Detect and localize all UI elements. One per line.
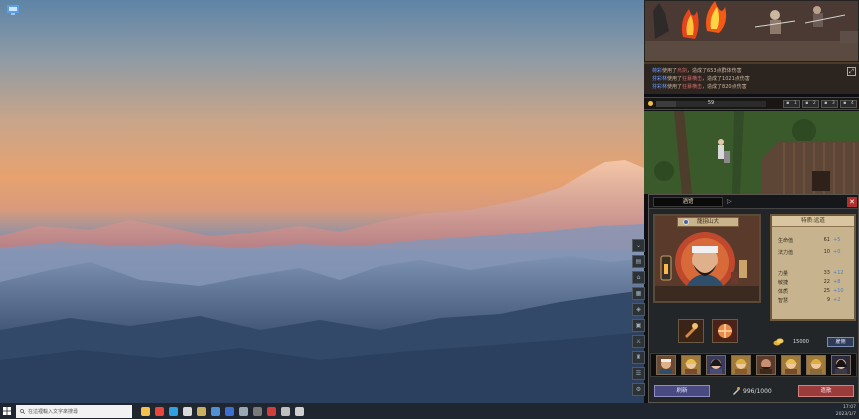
gold-icon xyxy=(648,101,653,106)
stat-row: 体质 25 +10 xyxy=(778,288,844,295)
dismiss-button[interactable]: 遣散 xyxy=(798,385,854,397)
coin-value: 15000 xyxy=(793,339,809,345)
list-icon[interactable]: ☰ xyxy=(632,367,645,380)
folder-icon[interactable] xyxy=(208,403,222,419)
coin-box: 15000 雇佣 xyxy=(770,335,856,349)
terminal-icon[interactable] xyxy=(292,403,306,419)
bullet-icon xyxy=(733,387,740,395)
battle-scene xyxy=(644,0,859,62)
recruit-count: 996/1000 xyxy=(732,387,772,395)
clock[interactable]: 17:07 2023/1/7 xyxy=(836,404,856,418)
home-icon[interactable]: ⌂ xyxy=(632,271,645,284)
game-client-icon[interactable] xyxy=(194,403,208,419)
map-icon[interactable]: ▦ xyxy=(632,287,645,300)
settings-icon[interactable]: ⚙ xyxy=(632,383,645,396)
dialog-footer: 刷新 996/1000 遣散 xyxy=(649,383,858,399)
shield-icon[interactable]: ◈ xyxy=(632,303,645,316)
hero-portrait: 龍拐山大 xyxy=(653,214,761,303)
tower-icon[interactable]: ♜ xyxy=(632,351,645,364)
recruit-portrait[interactable] xyxy=(731,355,752,375)
trait-title: 特质:远道 xyxy=(772,216,854,227)
mountain-landscape xyxy=(0,160,644,403)
skill-slot[interactable] xyxy=(678,319,704,343)
recruit-list xyxy=(650,353,857,377)
stat-row: 法力值 10 +0 xyxy=(778,249,841,256)
log-line: 芬彩林使用了狂暴横击，造成了820点伤害 xyxy=(652,84,747,90)
close-button[interactable]: ✕ xyxy=(847,197,857,207)
game-app-icon[interactable] xyxy=(180,403,194,419)
recruit-portrait[interactable] xyxy=(805,355,826,375)
slot-button[interactable]: ▪ 1 xyxy=(783,99,800,108)
edge-icon[interactable] xyxy=(166,403,180,419)
recruit-portrait[interactable] xyxy=(681,355,702,375)
dialog-tabbar: 酒馆 ▷ ✕ xyxy=(649,195,858,209)
stat-row: 智慧 9 +2 xyxy=(778,297,841,304)
recruit-portrait[interactable] xyxy=(780,355,801,375)
skill-slot[interactable] xyxy=(712,319,738,343)
slot-button[interactable]: ▪ 2 xyxy=(802,99,819,108)
class-icon xyxy=(683,219,689,225)
taskbar: 在這裡輸入文字來搜尋 17:07 2023/1/7 xyxy=(0,403,859,419)
stat-row: 敏捷 22 +8 xyxy=(778,279,841,286)
windows-start-icon[interactable] xyxy=(0,403,14,419)
gold-coin-icon xyxy=(773,338,784,346)
stats-panel: 特质:远道 生命值 61 +5 法力值 10 +0 力量 33 +12 敏捷 22 +8 体质 2… xyxy=(770,214,856,321)
slot-button[interactable]: ▪ 3 xyxy=(821,99,838,108)
recruit-portrait[interactable] xyxy=(830,355,851,375)
side-toolbar: ⌄ ▤ ⌂ ▦ ◈ ▣ ⚔ ♜ ☰ ⚙ xyxy=(632,239,646,399)
record-icon[interactable] xyxy=(264,403,278,419)
desktop-app-icon[interactable] xyxy=(6,4,20,16)
taskbar-apps xyxy=(138,403,306,419)
refresh-button[interactable]: 刷新 xyxy=(654,385,710,397)
bag-icon[interactable]: ▤ xyxy=(632,255,645,268)
hire-button[interactable]: 雇佣 xyxy=(827,337,854,347)
file-explorer-icon[interactable] xyxy=(138,403,152,419)
sword-icon[interactable]: ⚔ xyxy=(632,335,645,348)
stat-row: 力量 33 +12 xyxy=(778,270,844,277)
slot-button[interactable]: ▪ 4 xyxy=(840,99,857,108)
recruit-portrait[interactable] xyxy=(755,355,776,375)
stat-row: 生命值 61 +5 xyxy=(778,237,841,244)
recruit-portrait[interactable] xyxy=(656,355,677,375)
expand-icon[interactable]: ⤢ xyxy=(847,67,856,76)
chevron-right-icon[interactable]: ▷ xyxy=(727,198,732,205)
search-icon xyxy=(20,408,25,414)
tavern-dialog: ⌄ ▤ ⌂ ▦ ◈ ▣ ⚔ ♜ ☰ ⚙ 酒馆 ▷ ✕ 龍拐山大 特质:远道 生命… xyxy=(632,194,859,403)
combat-log: 荷彩使用了烏劍，造成了653点群体伤害 芬彩林使用了狂暴横击，造成了1021点伤… xyxy=(644,62,859,94)
tab-tavern[interactable]: 酒馆 xyxy=(653,197,723,207)
log-line: 荷彩使用了烏劍，造成了653点群体伤害 xyxy=(652,68,742,74)
world-map-view[interactable] xyxy=(644,111,859,194)
progress-bar: 59 xyxy=(656,99,766,107)
steam-icon[interactable] xyxy=(236,403,250,419)
recruit-portrait[interactable] xyxy=(706,355,727,375)
status-bar: 59 ▪ 1 ▪ 2 ▪ 3 ▪ 4 xyxy=(644,97,859,110)
app-icon[interactable] xyxy=(278,403,292,419)
log-line: 芬彩林使用了狂暴横击，造成了1021点伤害 xyxy=(652,76,750,82)
store-icon[interactable] xyxy=(222,403,236,419)
collapse-icon[interactable]: ⌄ xyxy=(632,239,645,252)
search-input[interactable]: 在這裡輸入文字來搜尋 xyxy=(16,404,132,418)
scroll-icon[interactable]: ▣ xyxy=(632,319,645,332)
game-window: 荷彩使用了烏劍，造成了653点群体伤害 芬彩林使用了狂暴横击，造成了1021点伤… xyxy=(632,0,859,403)
media-icon[interactable] xyxy=(250,403,264,419)
desktop-wallpaper xyxy=(0,0,644,403)
chrome-icon[interactable] xyxy=(152,403,166,419)
progress-value: 59 xyxy=(707,99,715,106)
